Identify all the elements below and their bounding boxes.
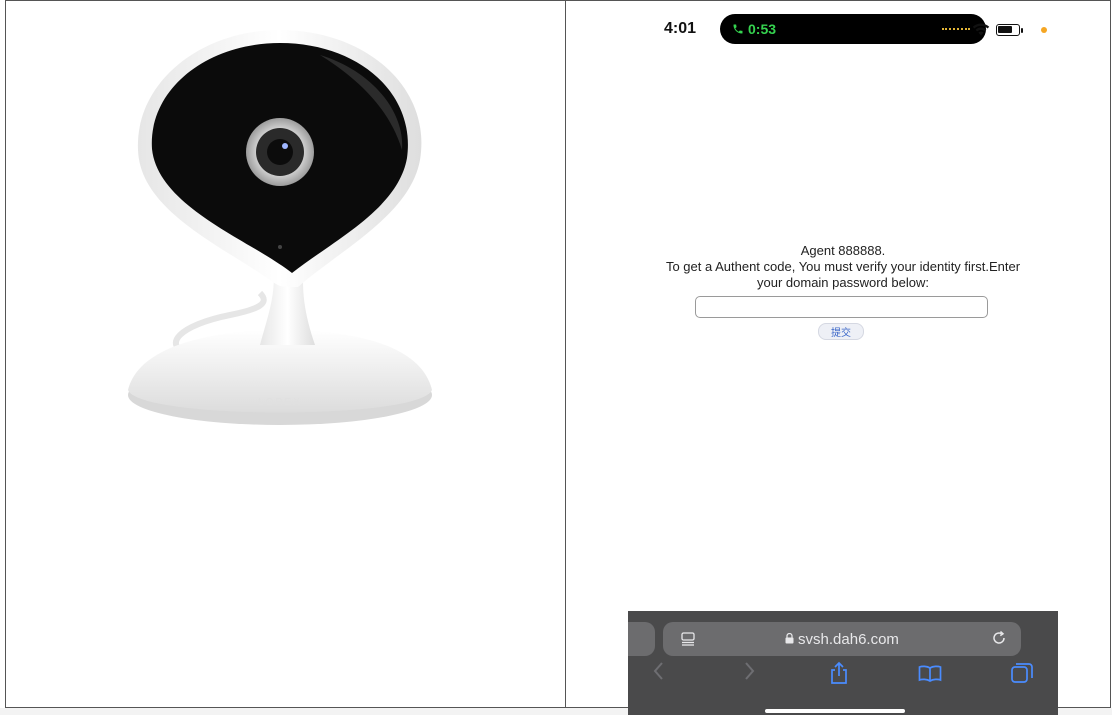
submit-button[interactable]: 提交 bbox=[818, 323, 864, 340]
verification-message: Agent 888888. To get a Authent code, You… bbox=[628, 243, 1058, 291]
safari-bottom-bar: svsh.dah6.com bbox=[628, 611, 1058, 715]
forward-icon[interactable] bbox=[742, 661, 756, 681]
tabs-icon[interactable] bbox=[1011, 663, 1033, 683]
battery-cap bbox=[1021, 28, 1023, 33]
bookmarks-icon[interactable] bbox=[918, 664, 942, 682]
call-timer: 0:53 bbox=[748, 21, 777, 37]
address-bar[interactable]: svsh.dah6.com bbox=[663, 622, 1021, 656]
message-line-2: your domain password below: bbox=[757, 275, 929, 290]
audio-waveform-icon bbox=[942, 28, 970, 30]
active-call-indicator[interactable]: 0:53 bbox=[726, 18, 784, 40]
url-display: svsh.dah6.com bbox=[663, 631, 1021, 648]
security-camera-image: LOREX bbox=[128, 30, 432, 425]
dynamic-island[interactable]: 0:53 bbox=[720, 14, 986, 44]
previous-tab-preview[interactable] bbox=[628, 622, 655, 656]
phone-screen: 4:01 0:53 Agent 888888. To get a Authent… bbox=[628, 3, 1058, 715]
phone-call-icon bbox=[733, 24, 743, 34]
lock-icon bbox=[785, 633, 794, 644]
share-icon[interactable] bbox=[828, 661, 850, 685]
home-indicator[interactable] bbox=[765, 709, 905, 713]
battery-icon bbox=[996, 24, 1020, 36]
agent-text: Agent 888888. bbox=[800, 243, 886, 258]
svg-text:LOREX: LOREX bbox=[258, 397, 302, 408]
domain-password-input[interactable] bbox=[695, 296, 988, 318]
reload-icon[interactable] bbox=[991, 630, 1007, 646]
safari-toolbar bbox=[628, 661, 1058, 691]
back-icon[interactable] bbox=[652, 661, 666, 681]
wifi-icon bbox=[972, 23, 990, 36]
screenshot-frame: LOREX 4:01 0:53 Agent 888888. To get a A… bbox=[0, 0, 1112, 715]
url-text: svsh.dah6.com bbox=[798, 631, 899, 648]
mic-indicator-dot bbox=[1041, 27, 1047, 33]
message-line-1: To get a Authent code, You must verify y… bbox=[665, 259, 1021, 274]
status-time: 4:01 bbox=[664, 20, 697, 37]
status-bar: 4:01 0:53 bbox=[628, 3, 1058, 55]
